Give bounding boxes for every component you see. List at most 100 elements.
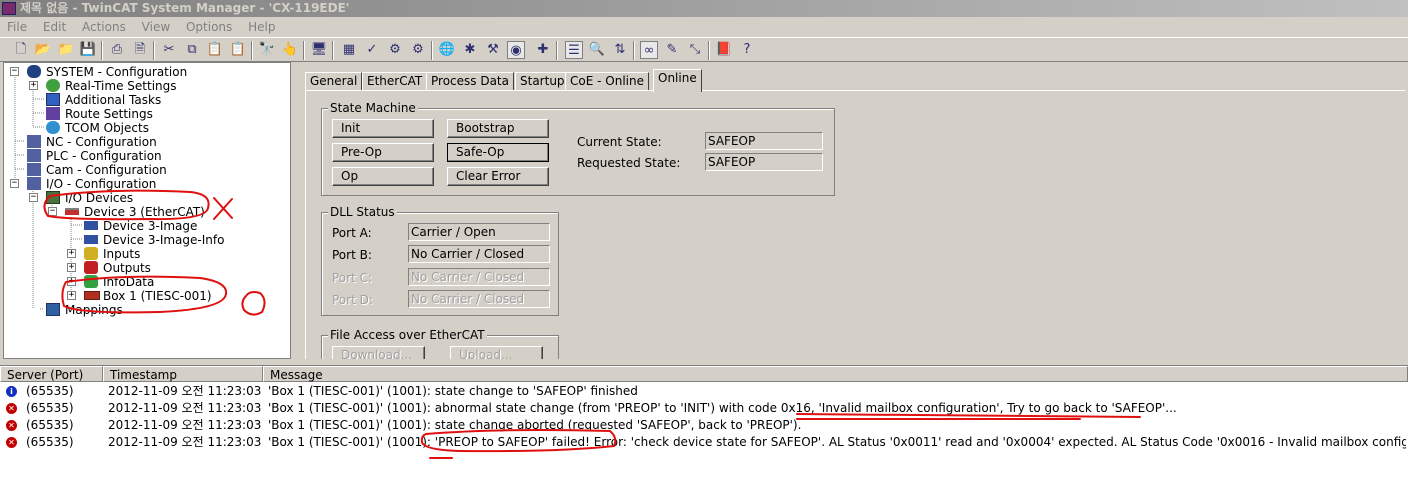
generate-mappings-icon[interactable]: ▦ [340, 41, 358, 59]
tree-item-outputs[interactable]: + Outputs [9, 261, 209, 275]
force-icon[interactable]: ✎ [663, 41, 681, 59]
tree-item-additional-tasks[interactable]: Additional Tasks [9, 93, 209, 107]
scan-devices-icon[interactable]: ⚒ [484, 41, 502, 59]
show-online-data-icon[interactable]: ✚ [534, 41, 552, 59]
new-icon[interactable]: 🗋 [12, 41, 30, 59]
expander[interactable]: + [29, 81, 38, 90]
set-run-mode-icon[interactable]: ⚙ [409, 41, 427, 59]
dll-status-group: DLL Status Port A: Carrier / Open Port B… [321, 205, 559, 316]
tree-item-io[interactable]: − I/O - Configuration [9, 177, 209, 191]
tree-item-plc[interactable]: PLC - Configuration [9, 149, 209, 163]
reload-devices-icon[interactable]: ✱ [461, 41, 479, 59]
open-icon[interactable]: 📂 [34, 41, 52, 59]
expander[interactable]: + [67, 291, 76, 300]
menu-view[interactable]: View [137, 17, 175, 37]
port-a-label: Port A: [332, 226, 372, 240]
tree-label: Device 3 (EtherCAT) [84, 205, 205, 219]
tree-item-io-devices[interactable]: − I/O Devices [9, 191, 209, 205]
find-icon[interactable]: 🔭 [258, 41, 276, 59]
realtime-icon [46, 79, 60, 92]
tree-item-box-1[interactable]: + Box 1 (TIESC-001) [9, 289, 229, 303]
start-recording-icon[interactable]: 🔍 [588, 41, 606, 59]
tree-item-device-3-image-info[interactable]: Device 3-Image-Info [9, 233, 229, 247]
help-icon[interactable]: ? [738, 41, 756, 59]
menu-help[interactable]: Help [243, 17, 280, 37]
image-icon [84, 221, 98, 230]
find-next-icon[interactable]: 👆 [281, 41, 299, 59]
paste-with-links-icon[interactable]: 📋 [229, 41, 247, 59]
save-icon[interactable]: 💾 [79, 41, 97, 59]
expander[interactable]: − [10, 67, 19, 76]
pre-op-button[interactable]: Pre-Op [332, 143, 434, 162]
book-icon[interactable]: 📕 [715, 41, 733, 59]
menu-options[interactable]: Options [181, 17, 237, 37]
message-log[interactable]: Server (Port) Timestamp Message i (65535… [0, 365, 1408, 478]
open-folder-icon[interactable]: 📁 [57, 41, 75, 59]
expander[interactable]: − [29, 193, 38, 202]
restart-config-mode-icon[interactable]: 🌐 [438, 41, 456, 59]
column-header-timestamp[interactable]: Timestamp [103, 366, 263, 382]
tree-label: PLC - Configuration [46, 149, 162, 163]
log-row[interactable]: ✕ (65535) 2012-11-09 오전 11:23:03,... 'Bo… [0, 417, 1408, 434]
menu-actions[interactable]: Actions [77, 17, 131, 37]
expander[interactable]: − [10, 179, 19, 188]
bootstrap-button[interactable]: Bootstrap [447, 119, 549, 138]
expander[interactable]: + [67, 249, 76, 258]
copy-icon[interactable]: ⧉ [183, 41, 201, 59]
op-button[interactable]: Op [332, 167, 434, 186]
group-title: DLL Status [328, 205, 397, 219]
tree-item-cam[interactable]: Cam - Configuration [9, 163, 209, 177]
tree-item-device-3-image[interactable]: Device 3-Image [9, 219, 229, 233]
tree-item-nc[interactable]: NC - Configuration [9, 135, 209, 149]
tab-ethercat[interactable]: EtherCAT [362, 72, 428, 91]
cut-icon[interactable]: ✂ [160, 41, 178, 59]
log-timestamp: 2012-11-09 오전 11:23:03,... [108, 435, 262, 449]
tree-item-infodata[interactable]: + InfoData [9, 275, 209, 289]
auto-scroll-icon[interactable]: ⇅ [611, 41, 629, 59]
system-icon [27, 65, 41, 78]
tree-item-mappings[interactable]: Mappings [9, 303, 209, 317]
init-button[interactable]: Init [332, 119, 434, 138]
solution-tree[interactable]: − SYSTEM - Configuration + Real-Time Set… [3, 62, 291, 359]
tab-process-data[interactable]: Process Data [426, 72, 514, 91]
check-configuration-icon[interactable]: ✓ [363, 41, 381, 59]
activate-configuration-icon[interactable]: ⚙ [386, 41, 404, 59]
tree-label: TCOM Objects [65, 121, 149, 135]
log-message: 'Box 1 (TIESC-001)' (1001): state change… [268, 418, 802, 432]
tab-startup[interactable]: Startup [515, 72, 570, 91]
tree-label: Box 1 (TIESC-001) [103, 289, 212, 303]
menu-file[interactable]: File [2, 17, 32, 37]
paste-icon[interactable]: 📋 [206, 41, 224, 59]
clear-error-button[interactable]: Clear Error [447, 167, 549, 186]
zoom-icon[interactable]: ⤡ [686, 41, 704, 59]
box-icon [84, 291, 100, 300]
menu-edit[interactable]: Edit [38, 17, 71, 37]
target-system-icon[interactable]: 🖥 [310, 41, 328, 59]
app-icon [2, 2, 16, 15]
tab-coe-online[interactable]: CoE - Online [565, 72, 649, 91]
tree-item-route-settings[interactable]: Route Settings [9, 107, 209, 121]
tree-item-system[interactable]: − SYSTEM - Configuration [9, 65, 209, 79]
expander[interactable]: + [67, 263, 76, 272]
expander[interactable]: + [67, 277, 76, 286]
print-icon[interactable]: ⎙ [108, 41, 126, 59]
tree-item-realtime[interactable]: + Real-Time Settings [9, 79, 209, 93]
cam-icon [27, 163, 41, 176]
tab-general[interactable]: General [305, 72, 363, 91]
toggle-free-run-icon[interactable]: ◉ [507, 41, 525, 59]
safe-op-button[interactable]: Safe-Op [447, 143, 549, 162]
tab-online[interactable]: Online [653, 69, 702, 92]
title-bar[interactable]: 제목 없음 - TwinCAT System Manager - 'CX-119… [0, 0, 1408, 17]
log-row[interactable]: ✕ (65535) 2012-11-09 오전 11:23:03,... 'Bo… [0, 400, 1408, 417]
tree-item-device-3[interactable]: − Device 3 (EtherCAT) [9, 205, 209, 219]
column-header-server[interactable]: Server (Port) [0, 366, 103, 382]
print-preview-icon[interactable]: 🗎 [131, 41, 149, 59]
expander[interactable]: − [48, 207, 57, 216]
log-row[interactable]: ✕ (65535) 2012-11-09 오전 11:23:03,... 'Bo… [0, 434, 1408, 451]
column-header-message[interactable]: Message [263, 366, 1408, 382]
tree-item-inputs[interactable]: + Inputs [9, 247, 209, 261]
tree-item-tcom[interactable]: TCOM Objects [9, 121, 209, 135]
show-sub-items-icon[interactable]: ☰ [565, 41, 583, 59]
watch-icon[interactable]: ∞ [640, 41, 658, 59]
log-row[interactable]: i (65535) 2012-11-09 오전 11:23:03,... 'Bo… [0, 383, 1408, 400]
